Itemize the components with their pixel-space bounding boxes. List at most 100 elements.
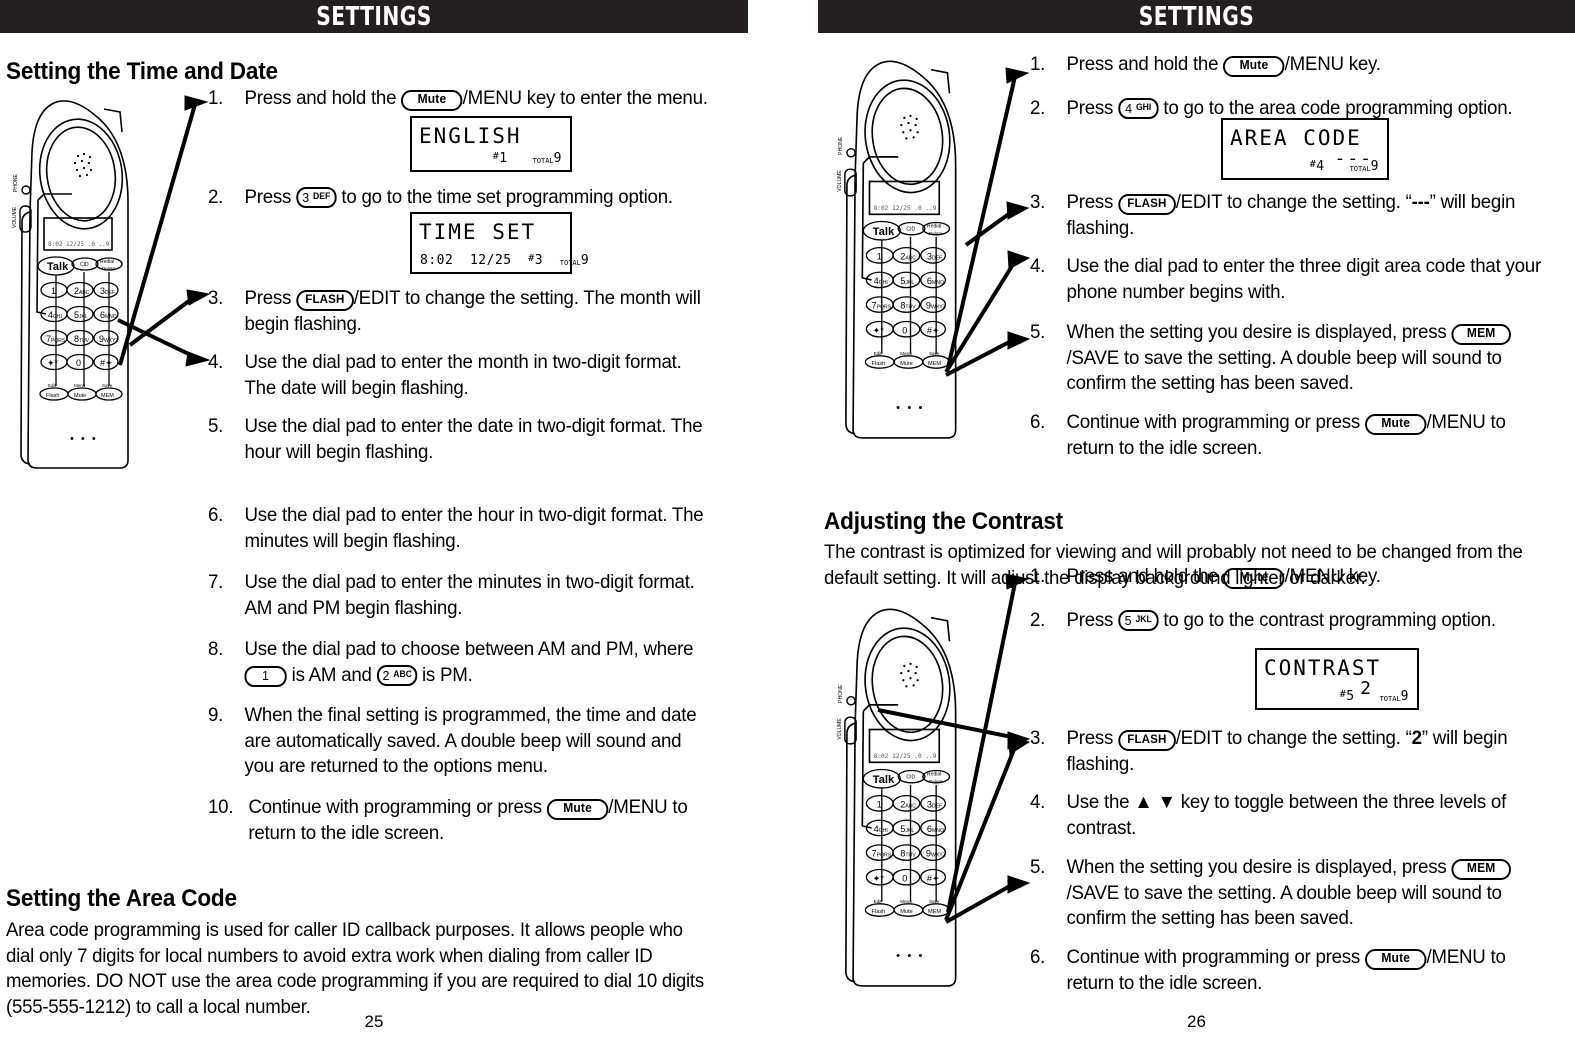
step-item-5-left: 5. Use the dial pad to enter the date in… [208, 414, 721, 465]
step-item-2-left: 2. Press 3 DEF to go to the time set pro… [208, 185, 715, 211]
step-text: Use the dial pad to enter the date in tw… [244, 415, 703, 463]
key-flash[interactable]: FLASH [1118, 194, 1176, 215]
step-item-7-left: 7. Use the dial pad to enter the minutes… [208, 570, 715, 621]
step-text: Continue with programming or press Mute /… [1066, 946, 1506, 994]
step-item-6-left: 6. Use the dial pad to enter the hour in… [208, 503, 721, 554]
lcd-line1: AREA CODE [1230, 126, 1362, 150]
lcd-line1: ENGLISH [419, 124, 522, 148]
key-mute[interactable]: Mute [1365, 414, 1427, 435]
key-mem[interactable]: MEM [1451, 859, 1511, 880]
step-number: 6. [1030, 946, 1046, 968]
step-item-5-contrast: 5. When the setting you desire is displa… [1030, 855, 1537, 932]
step-item-4-left: 4. Use the dial pad to enter the month i… [208, 350, 715, 401]
lcd-timeset-display: TIME SET 8:02 12/25 #3 TOTAL9 [410, 212, 590, 274]
step-number: 3. [208, 287, 224, 309]
step-number: 5. [208, 415, 224, 437]
step-number: 1. [1030, 53, 1046, 75]
key-mute[interactable]: Mute [401, 90, 463, 111]
key-dial-1[interactable]: 1 [244, 665, 287, 687]
step-item-10-left: 10. Continue with programming or press M… [208, 795, 721, 846]
step-text: Use the dial pad to enter the three digi… [1066, 255, 1541, 303]
step-number: 2. [1030, 609, 1046, 631]
left-page: SETTINGS Setting the Time and Date 8:02 … [0, 0, 748, 1045]
step-text: When the final setting is programmed, th… [244, 704, 697, 777]
step-number: 1. [1030, 565, 1046, 587]
step-item-1-contrast: 1. Press and hold the Mute/MENU key. [1030, 564, 1529, 590]
step-number: 2. [1030, 97, 1046, 119]
page-number-right: 26 [1187, 1012, 1206, 1031]
step-item-3-left: 3. Press FLASH/EDIT to change the settin… [208, 286, 723, 337]
step-number: 8. [208, 638, 224, 660]
step-text: Press FLASH/EDIT to change the setting. … [1066, 191, 1516, 239]
step-number: 6. [208, 504, 224, 526]
step-text: Use the dial pad to choose between AM an… [244, 638, 694, 687]
step-number: 1. [208, 87, 224, 109]
step-text: Use the ▲ ▼ key to toggle between the th… [1066, 791, 1507, 839]
step-item-6-contrast: 6. Continue with programming or press Mu… [1030, 945, 1543, 996]
lcd-line2: #1 TOTAL9 [492, 151, 562, 166]
lcd-line2: #4 TOTAL9 [1309, 159, 1379, 174]
paragraph-area-code-intro: Area code programming is used for caller… [6, 919, 704, 1018]
step-number: 9. [208, 704, 224, 726]
step-number: 3. [1030, 727, 1046, 749]
step-text: Press 3 DEF to go to the time set progra… [244, 186, 673, 208]
step-item-1-areacode: 1. Press and hold the Mute/MENU key. [1030, 52, 1529, 78]
step-text: Press and hold the Mute/MENU key. [1066, 53, 1381, 77]
step-text: Press and hold the Mute/MENU key. [1066, 565, 1381, 589]
key-dial-5[interactable]: 5 JKL [1118, 610, 1159, 631]
key-dial-3[interactable]: 3 DEF [296, 187, 337, 208]
step-item-8-left: 8. Use the dial pad to choose between AM… [208, 637, 715, 688]
lcd-contrast-display: CONTRAST 2 #5 TOTAL9 [1255, 648, 1419, 710]
heading-adjusting-the-contrast: Adjusting the Contrast [824, 508, 1064, 535]
step-number: 4. [1030, 791, 1046, 813]
lcd-line2: #5 TOTAL9 [1339, 689, 1409, 704]
step-item-1-left: 1. Press and hold the Mute/MENU key to e… [208, 86, 715, 112]
lcd-line2: 8:02 12/25 #3 TOTAL9 [420, 253, 590, 268]
key-mute[interactable]: Mute [1223, 56, 1285, 77]
step-number: 10. [208, 796, 234, 818]
key-mute[interactable]: Mute [1365, 949, 1427, 970]
step-text: Use the dial pad to enter the month in t… [244, 351, 682, 399]
step-number: 2. [208, 186, 224, 208]
arrow-up-icon: ▲ [1134, 791, 1153, 813]
step-text: When the setting you desire is displayed… [1066, 320, 1536, 397]
lcd-english-display: ENGLISH #1 TOTAL9 [410, 116, 572, 172]
step-item-3-areacode: 3. Press FLASH/EDIT to change the settin… [1030, 190, 1537, 241]
page-number-left: 25 [364, 1012, 384, 1031]
heading-setting-area-code: Setting the Area Code [6, 885, 237, 912]
step-text: Continue with programming or press Mute /… [248, 796, 688, 844]
step-text: Press and hold the Mute/MENU key to ente… [244, 87, 708, 111]
step-item-4-contrast: 4. Use the ▲ ▼ key to toggle between the… [1030, 790, 1548, 841]
lcd-line1: TIME SET [419, 220, 537, 244]
step-text: Continue with programming or press Mute /… [1066, 411, 1506, 459]
key-mem[interactable]: MEM [1451, 324, 1511, 345]
arrow-down-icon: ▼ [1157, 791, 1177, 813]
step-item-3-contrast: 3. Press FLASH/EDIT to change the settin… [1030, 726, 1537, 777]
lcd-line1: CONTRAST [1264, 656, 1382, 680]
lcd-areacode-display: AREA CODE --- #4 TOTAL9 [1221, 118, 1389, 180]
key-mute[interactable]: Mute [1223, 568, 1285, 589]
step-text: Use the dial pad to enter the minutes in… [244, 571, 695, 619]
step-text: Press 5 JKL to go to the contrast progra… [1066, 609, 1496, 631]
key-mute[interactable]: Mute [546, 799, 609, 820]
step-number: 5. [1030, 856, 1046, 878]
right-page: SETTINGS 8:02 12/25 .0 ..9 PHONE VOLUME … [818, 0, 1575, 1045]
step-number: 3. [1030, 191, 1046, 213]
step-number: 7. [208, 571, 224, 593]
key-flash[interactable]: FLASH [1118, 730, 1176, 751]
step-text: Press FLASH/EDIT to change the setting. … [1066, 727, 1508, 775]
step-item-5-areacode: 5. When the setting you desire is displa… [1030, 320, 1537, 397]
step-number: 4. [1030, 255, 1046, 277]
key-dial-2[interactable]: 2 ABC [376, 664, 418, 686]
key-flash[interactable]: FLASH [296, 290, 354, 311]
step-item-6-areacode: 6. Continue with programming or press Mu… [1030, 410, 1543, 461]
step-text: Use the dial pad to enter the hour in tw… [244, 504, 704, 552]
step-number: 6. [1030, 411, 1046, 433]
key-dial-4[interactable]: 4 GHI [1118, 98, 1159, 119]
step-item-9-left: 9. When the final setting is programmed,… [208, 703, 711, 780]
step-item-4-areacode: 4. Use the dial pad to enter the three d… [1030, 254, 1545, 305]
step-number: 4. [208, 351, 224, 373]
step-text: When the setting you desire is displayed… [1066, 855, 1536, 932]
step-item-2-contrast: 2. Press 5 JKL to go to the contrast pro… [1030, 608, 1548, 634]
step-text: Press FLASH/EDIT to change the setting. … [244, 287, 701, 335]
